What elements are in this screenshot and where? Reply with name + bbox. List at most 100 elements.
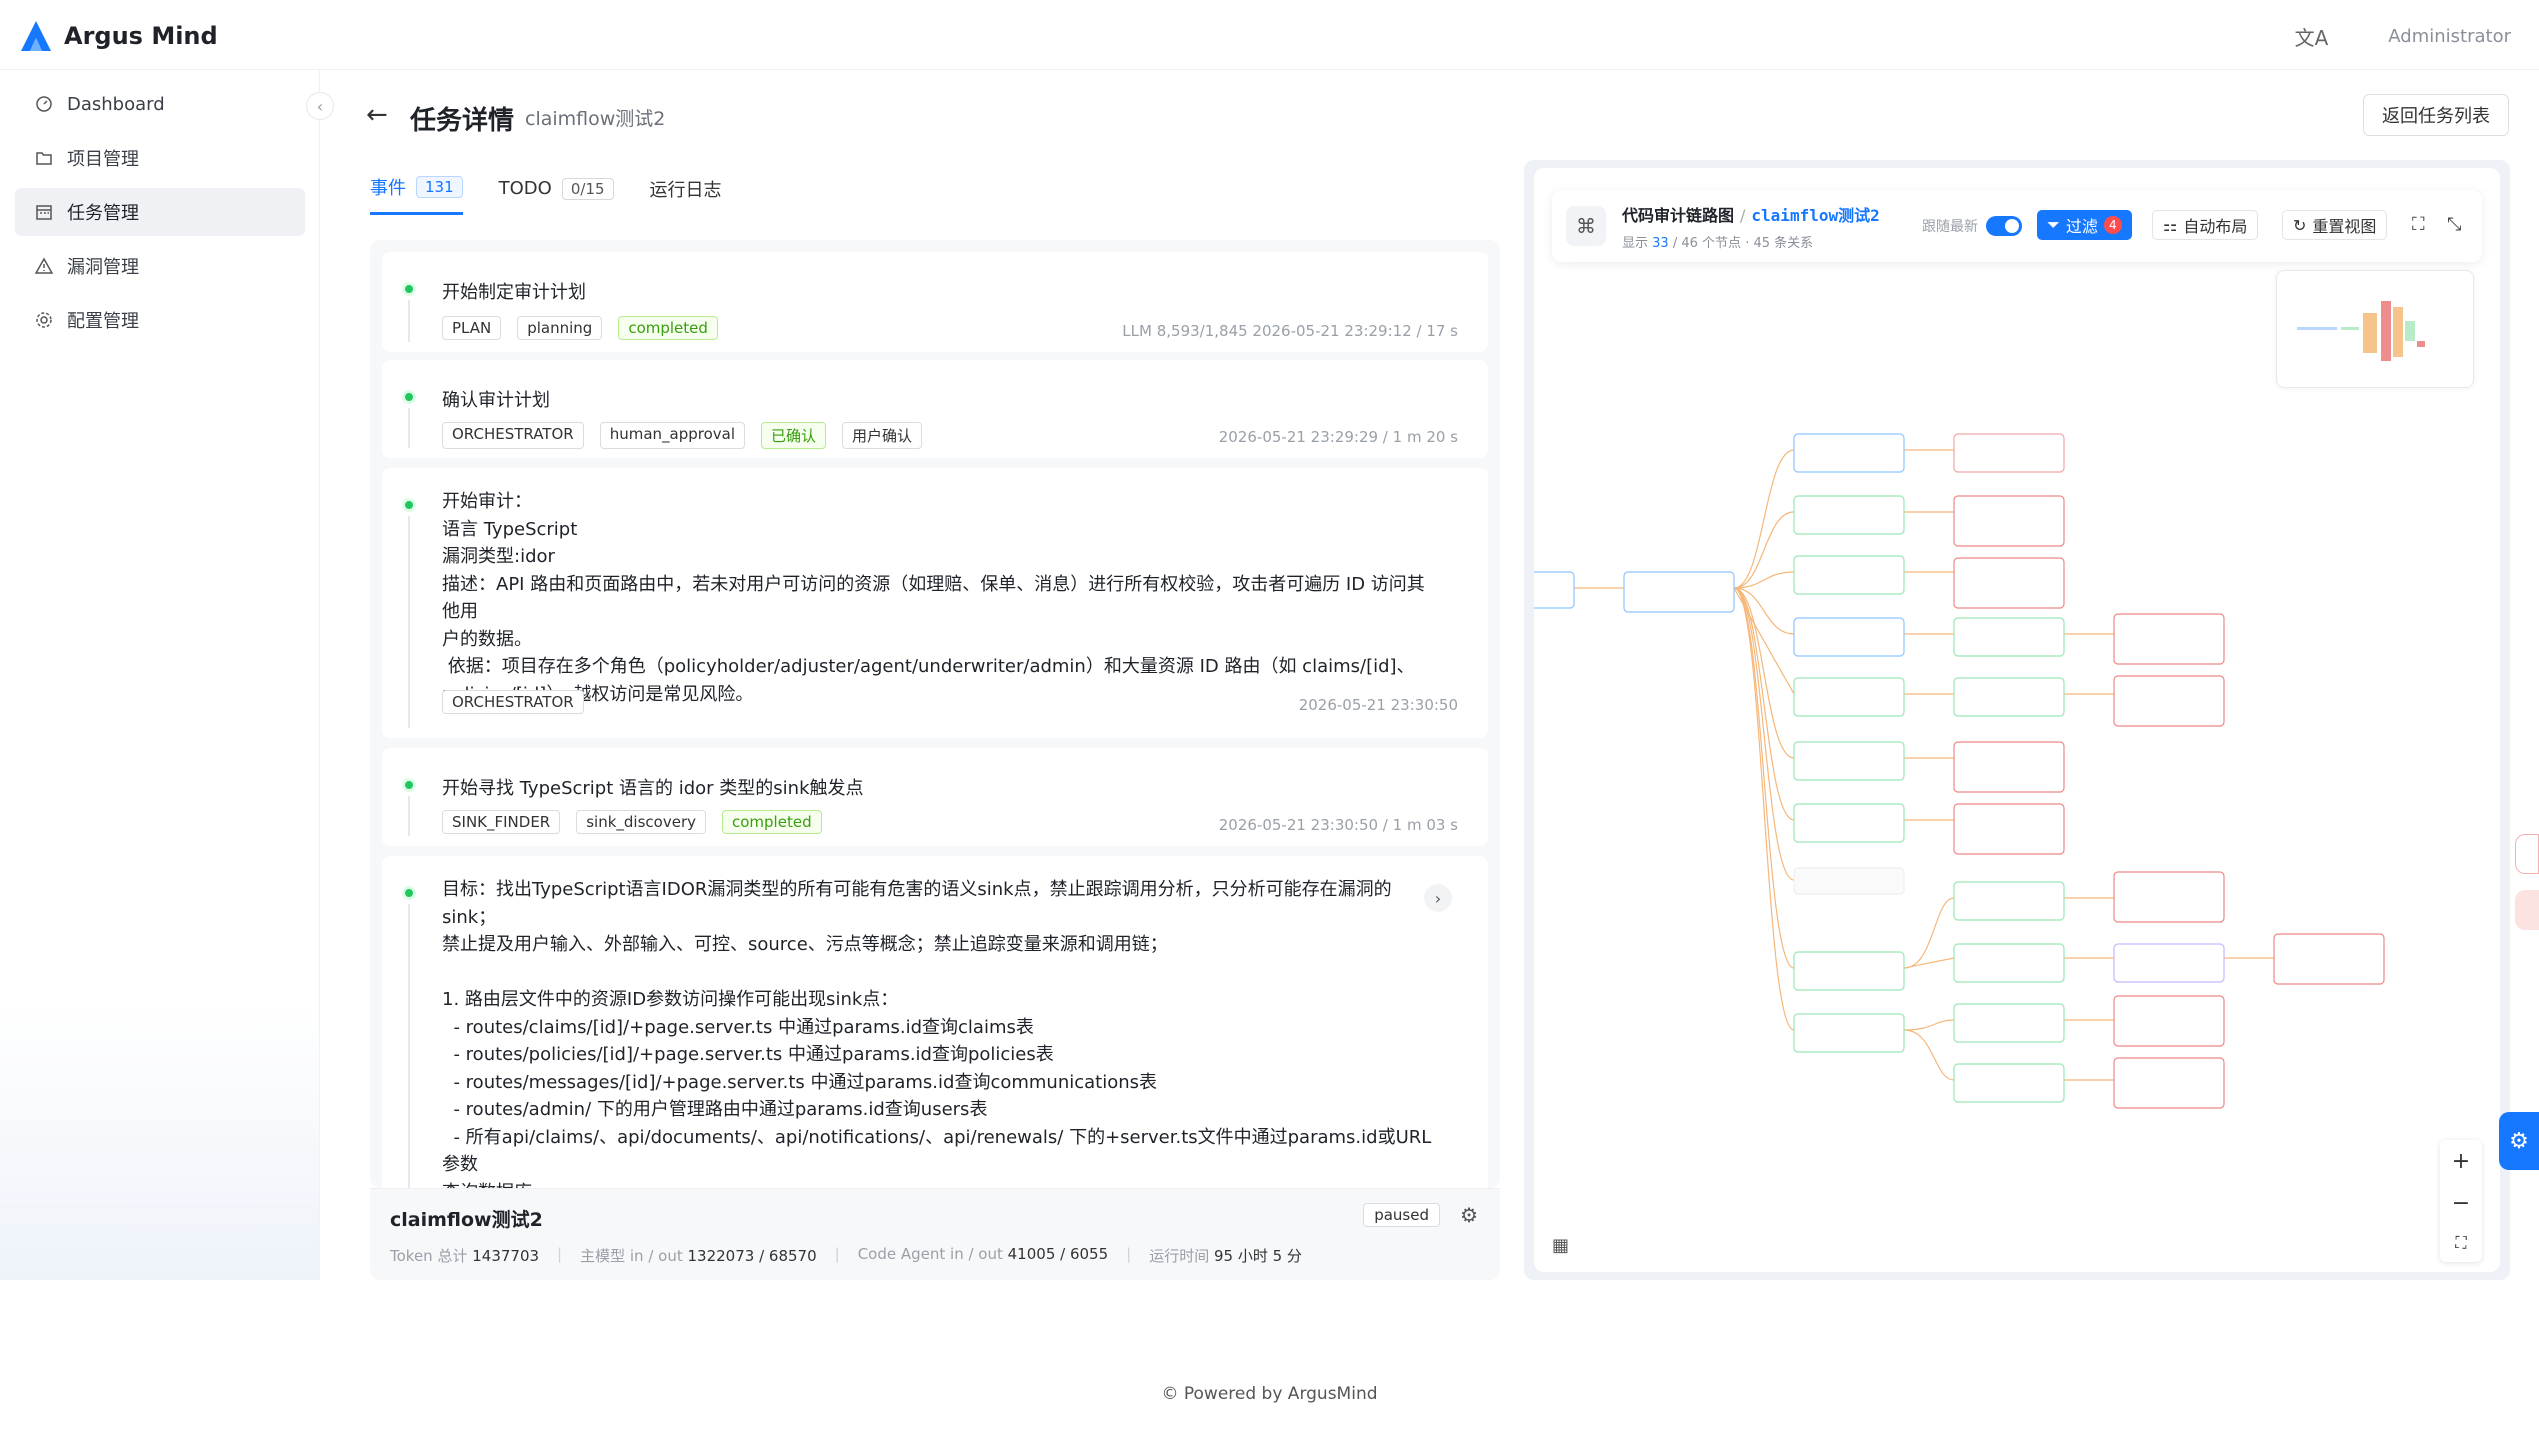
floating-settings-button[interactable]: ⚙: [2499, 1112, 2539, 1170]
main-model-value: 1322073 / 68570: [687, 1247, 817, 1265]
task-summary-card: claimflow测试2 paused ⚙ Token 总计 1437703 |…: [370, 1188, 1500, 1280]
nodes-suffix: 个节点: [1702, 236, 1742, 251]
reset-view-label: 重置视图: [2312, 217, 2377, 236]
minimap-preview: [2297, 301, 2425, 361]
event-body: 开始审计： 语言 TypeScript 漏洞类型:idor 描述：API 路由和…: [442, 491, 1425, 705]
graph-canvas[interactable]: ⌘ 代码审计链路图 / claimflow测试2 显示 33 / 46 个节点 · …: [1534, 168, 2500, 1272]
tab-label: 运行日志: [649, 179, 722, 201]
relations-count: 45: [1753, 236, 1771, 251]
sidebar-item-dashboard[interactable]: Dashboard: [15, 80, 305, 128]
zoom-out-icon[interactable]: −: [2452, 1191, 2470, 1216]
filter-label: 过滤: [2065, 217, 2098, 236]
event-tag: sink_discovery: [576, 810, 706, 834]
zoom-in-icon[interactable]: +: [2452, 1149, 2470, 1174]
event-item[interactable]: 确认审计计划 ORCHESTRATOR human_approval 已确认 用…: [382, 360, 1488, 458]
status-badge: completed: [722, 810, 822, 834]
shown-count: 33: [1652, 236, 1669, 251]
graph-project-name: claimflow测试2: [1751, 206, 1880, 225]
event-meta: 2026-05-21 23:30:50 / 1 m 03 s: [1218, 816, 1458, 834]
top-header: Argus Mind 文A Administrator: [0, 0, 2539, 70]
sidebar-item-label: 任务管理: [67, 203, 139, 224]
tab-run-log[interactable]: 运行日志: [650, 174, 722, 215]
runtime-value: 95 小时 5 分: [1213, 1247, 1302, 1265]
event-tag: ORCHESTRATOR: [442, 690, 584, 714]
tab-events[interactable]: 事件 131: [370, 174, 463, 215]
sidebar-item-label: 项目管理: [67, 149, 139, 170]
graph-title: 代码审计链路图: [1622, 206, 1735, 225]
event-tag: SINK_FINDER: [442, 810, 561, 834]
copyright-icon: ©: [1161, 1384, 1179, 1404]
tab-count-badge: 0/15: [561, 177, 614, 200]
event-tag: 用户确认: [842, 422, 923, 449]
token-label: Token 总计: [390, 1247, 468, 1265]
grid-toggle-icon[interactable]: ▦: [1552, 1235, 1569, 1256]
sidebar-item-config[interactable]: 配置管理: [15, 296, 305, 344]
page-title: 任务详情: [410, 106, 515, 136]
audit-graph-panel: ⌘ 代码审计链路图 / claimflow测试2 显示 33 / 46 个节点 · …: [1524, 160, 2510, 1280]
sidebar: Dashboard 项目管理 任务管理 漏洞管理 配置管理: [0, 70, 320, 1280]
status-badge: 已确认: [761, 422, 827, 449]
app-logo[interactable]: Argus Mind: [18, 18, 218, 54]
status-dot: [402, 886, 416, 900]
sidebar-item-projects[interactable]: 项目管理: [15, 134, 305, 182]
follow-latest-label: 跟随最新: [1922, 219, 1978, 235]
event-item[interactable]: 开始审计： 语言 TypeScript 漏洞类型:idor 描述：API 路由和…: [382, 468, 1488, 738]
event-title: 开始寻找 TypeScript 语言的 idor 类型的sink触发点: [442, 778, 864, 799]
relations-suffix: 条关系: [1774, 236, 1814, 251]
sidebar-item-label: 配置管理: [67, 311, 139, 332]
folder-icon: [35, 149, 53, 167]
event-tag: human_approval: [599, 422, 746, 449]
runtime-label: 运行时间: [1149, 1247, 1210, 1265]
fit-view-icon[interactable]: ⛶: [2455, 1233, 2466, 1253]
calendar-icon: [35, 203, 53, 221]
event-meta: LLM 8,593/1,845 2026-05-21 23:29:12 / 17…: [1122, 322, 1458, 340]
expand-chevron-icon[interactable]: ›: [1424, 884, 1452, 912]
filter-button[interactable]: ⏷ 过滤 4: [2037, 210, 2132, 240]
hierarchy-icon: ⚏: [2163, 215, 2178, 235]
warning-icon: [35, 257, 53, 275]
graph-toolbar: ⌘ 代码审计链路图 / claimflow测试2 显示 33 / 46 个节点 · …: [1552, 190, 2482, 262]
filter-count-badge: 4: [2103, 216, 2122, 234]
sidebar-collapse-button[interactable]: ‹: [306, 92, 334, 120]
auto-layout-label: 自动布局: [2183, 217, 2248, 236]
tab-label: 事件: [370, 178, 406, 199]
refresh-icon: ↻: [2293, 215, 2307, 235]
collapse-icon[interactable]: ⤡: [2447, 214, 2461, 235]
sidebar-item-label: 漏洞管理: [67, 257, 139, 278]
floating-side-tab[interactable]: [2515, 890, 2539, 930]
event-tag: ORCHESTRATOR: [442, 422, 584, 449]
page-subtitle: claimflow测试2: [525, 108, 666, 130]
event-tag: planning: [517, 316, 603, 340]
graph-minimap[interactable]: [2276, 270, 2474, 388]
event-item[interactable]: 开始制定审计计划 PLAN planning completed LLM 8,5…: [382, 252, 1488, 352]
event-item[interactable]: 目标：找出TypeScript语言IDOR漏洞类型的所有可能有危害的语义sink…: [382, 856, 1488, 1188]
auto-layout-button[interactable]: ⚏ 自动布局: [2152, 210, 2259, 240]
follow-latest-toggle[interactable]: [1986, 216, 2022, 236]
status-dot: [402, 390, 416, 404]
user-menu[interactable]: Administrator: [2388, 26, 2511, 47]
floating-side-tab[interactable]: [2515, 834, 2539, 874]
filter-icon: ⏷: [2047, 215, 2060, 234]
event-item[interactable]: 开始寻找 TypeScript 语言的 idor 类型的sink触发点 SINK…: [382, 748, 1488, 846]
main-model-label: 主模型 in / out: [580, 1247, 683, 1265]
event-body: 目标：找出TypeScript语言IDOR漏洞类型的所有可能有危害的语义sink…: [442, 879, 1432, 1188]
events-list: 开始制定审计计划 PLAN planning completed LLM 8,5…: [370, 240, 1500, 1188]
token-total: 1437703: [472, 1247, 540, 1265]
sidebar-item-tasks[interactable]: 任务管理: [15, 188, 305, 236]
settings-gear-icon[interactable]: ⚙: [1460, 1203, 1478, 1227]
event-title: 开始制定审计计划: [442, 282, 586, 303]
shown-label: 显示: [1622, 236, 1649, 251]
fullscreen-icon[interactable]: ⛶: [2412, 214, 2425, 235]
back-arrow-icon[interactable]: ←: [366, 100, 388, 130]
tab-label: TODO: [498, 178, 552, 199]
event-meta: 2026-05-21 23:29:29 / 1 m 20 s: [1218, 428, 1458, 446]
reset-view-button[interactable]: ↻ 重置视图: [2282, 210, 2388, 240]
status-badge: paused: [1363, 1203, 1440, 1227]
code-agent-value: 41005 / 6055: [1007, 1245, 1109, 1263]
tab-todo[interactable]: TODO 0/15: [499, 174, 614, 215]
sidebar-item-vulns[interactable]: 漏洞管理: [15, 242, 305, 290]
graph-network-icon: ⌘: [1566, 206, 1606, 246]
zoom-controls: + − ⛶: [2440, 1140, 2482, 1262]
translate-icon[interactable]: 文A: [2295, 22, 2329, 51]
return-to-tasks-button[interactable]: 返回任务列表: [2363, 94, 2509, 136]
